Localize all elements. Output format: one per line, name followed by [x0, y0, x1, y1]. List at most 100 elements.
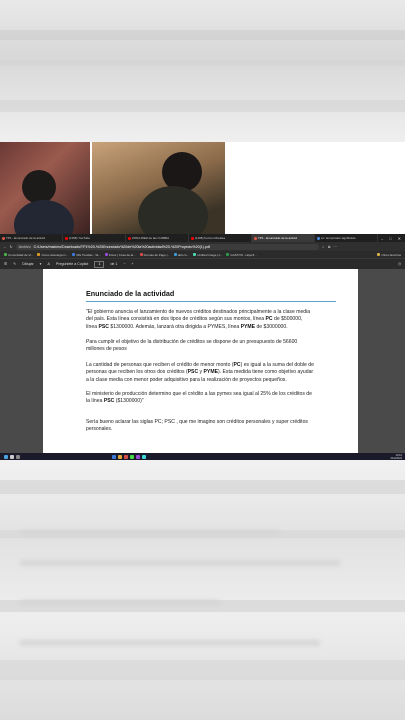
save-icon[interactable]: ⎙ — [398, 262, 405, 266]
bookmark-label: Comunidad de Vi... — [8, 252, 34, 257]
tab-favicon-icon — [254, 236, 257, 240]
bookmark-label: Curso descarga m... — [41, 252, 69, 257]
paragraph-text: La cantidad de personas que reciben el c… — [86, 362, 234, 368]
read-aloud-icon[interactable]: A — [47, 262, 49, 266]
address-bar: ← ↻ Archivo C:/Users/maximo/Downloads/TP… — [0, 242, 405, 251]
bookmark-favicon-icon — [104, 253, 108, 256]
paragraph-text: ($1300000)" — [114, 398, 144, 405]
page-total: de 1 — [110, 262, 118, 266]
extensions-icon[interactable]: ⧉ — [328, 245, 331, 249]
tab-favicon-icon — [2, 236, 5, 240]
browser-tab[interactable]: TP1 - Enunciado de la activid — [0, 234, 63, 242]
bookmark-label: Fotos | Cosa de la... — [108, 252, 136, 257]
bookmark-label: Formas de Pago |... — [143, 252, 170, 257]
url-text: C:/Users/maximo/Downloads/TP1%20-%20Enun… — [33, 244, 210, 249]
document-title: Enunciado de la actividad — [86, 289, 175, 298]
minimize-icon[interactable]: – — [381, 236, 383, 241]
browser-tab-bar: TP1 - Enunciado de la activid (1198) YouT… — [0, 234, 405, 242]
search-icon[interactable] — [10, 454, 14, 459]
browser-tab[interactable]: TP1 - Enunciado de la activid — [252, 234, 315, 242]
bookmark-item[interactable]: Untitled image (1... — [193, 253, 222, 257]
bold-term: PYME — [240, 323, 256, 330]
menu-lines-icon[interactable]: ☰ — [4, 262, 7, 266]
bold-term: PC — [265, 316, 273, 323]
url-field[interactable]: Archivo C:/Users/maximo/Downloads/TP1%20… — [15, 243, 319, 250]
bookmark-item[interactable]: ablo G... — [173, 252, 190, 257]
bookmark-item[interactable]: Comunidad de Vi... — [4, 253, 33, 257]
zoom-out-icon[interactable]: − — [123, 262, 125, 266]
app-icon-1[interactable] — [124, 454, 128, 459]
page-current: 1 — [98, 262, 101, 266]
blurred-text-line — [20, 600, 220, 606]
bold-term: PC — [233, 362, 241, 368]
files-icon[interactable] — [118, 454, 122, 459]
start-icon[interactable] — [4, 454, 8, 459]
browser-tab[interactable]: ex: temporales significado — [315, 234, 378, 242]
back-icon[interactable]: ← — [3, 245, 7, 249]
copilot-button[interactable]: Pregúntele a Copilot — [56, 262, 89, 266]
refresh-icon[interactable]: ↻ — [10, 245, 13, 249]
blurred-text-line — [20, 560, 340, 566]
tab-label: ex: temporales significado — [321, 236, 356, 240]
bookmark-item[interactable]: Formas de Pago |... — [139, 252, 170, 257]
pdf-toolbar: ☰ ✎ Dibujar ▾ A Pregúntele a Copilot 1 d… — [0, 259, 405, 269]
bookmark-favicon-icon — [4, 253, 7, 256]
title-underline — [86, 301, 336, 302]
app-icon-2[interactable] — [130, 454, 134, 459]
bookmark-item[interactable]: GASTOS - Hoja 8... — [226, 253, 257, 257]
tab-label: TP1 - Enunciado de la activid — [258, 236, 298, 240]
document-paragraph: "El gobierno anuncia el lanzamiento de n… — [86, 309, 314, 331]
tab-label: ZONA DIEZ de las CUMBIA — [132, 236, 170, 240]
draw-icon[interactable]: ✎ — [13, 262, 16, 266]
url-prefix: Archivo — [18, 244, 31, 249]
bookmark-favicon-icon — [193, 253, 197, 256]
star-icon[interactable]: ☆ — [322, 245, 325, 249]
blurred-background-top — [0, 0, 405, 142]
document-paragraph: Para cumplir el objetivo de la distribuc… — [86, 339, 314, 354]
browser-tab[interactable]: (1198) YouTube — [63, 234, 126, 242]
browser-tab[interactable]: ZONA DIEZ de las CUMBIA — [126, 234, 189, 242]
maximize-icon[interactable]: □ — [389, 236, 391, 241]
bold-term: PSC — [103, 398, 115, 405]
bookmark-favicon-icon — [173, 253, 177, 256]
tab-label: (1198) Ferzon Morales — [195, 236, 226, 240]
tab-favicon-icon — [65, 236, 68, 240]
tab-favicon-icon — [128, 236, 131, 240]
document-paragraph: La cantidad de personas que reciben el c… — [86, 362, 314, 384]
taskbar: 10:12 21/4/2024 — [0, 453, 405, 460]
menu-icon[interactable]: ⋯ — [333, 245, 337, 249]
bookmark-item[interactable]: Otros favoritos — [377, 253, 405, 257]
highlight-icon[interactable]: ▾ — [40, 262, 42, 266]
paragraph-text: Sería bueno aclarar las siglas PC; PSC ,… — [86, 419, 308, 433]
pdf-viewer: Enunciado de la actividad "El gobierno a… — [0, 269, 405, 453]
app-icon-3[interactable] — [136, 454, 140, 459]
video-tile-participant-1 — [0, 142, 90, 234]
draw-button[interactable]: Dibujar — [22, 262, 33, 266]
page-number-box[interactable]: 1 — [94, 260, 105, 268]
bookmark-label: Otros favoritos — [381, 252, 401, 257]
blurred-text-line — [20, 640, 320, 646]
blurred-text-line — [20, 530, 280, 536]
zoom-in-icon[interactable]: + — [132, 262, 134, 266]
edge-icon[interactable] — [112, 454, 116, 459]
bookmark-item[interactable]: Curso descarga m... — [37, 253, 68, 257]
bold-term: PSC — [98, 323, 109, 330]
bold-term: PYME — [203, 369, 218, 376]
paragraph-text: $1300000. Además, lanzará otra dirigida … — [108, 323, 241, 330]
browser-tab[interactable]: (1198) Ferzon Morales — [189, 234, 252, 242]
task-view-icon[interactable] — [16, 454, 20, 459]
bookmark-label: Untitled image (1... — [197, 252, 223, 257]
video-tile-participant-2 — [92, 142, 225, 234]
bookmark-label: ablo G... — [177, 252, 190, 257]
shared-screen: TP1 - Enunciado de la activid (1198) YouT… — [0, 234, 405, 460]
bookmark-favicon-icon — [226, 253, 230, 256]
bookmark-item[interactable]: Fotos | Cosa de la... — [104, 252, 136, 257]
close-icon[interactable]: ✕ — [398, 236, 401, 241]
app-icon-4[interactable] — [142, 454, 146, 459]
bookmark-favicon-icon — [37, 253, 41, 256]
tab-label: (1198) YouTube — [69, 236, 91, 240]
bookmark-item[interactable]: Mis Tiendas - Ta... — [72, 252, 101, 257]
bookmark-label: Mis Tiendas - Ta... — [76, 252, 101, 257]
tab-favicon-icon — [191, 236, 194, 240]
blurred-background-bottom — [0, 460, 405, 720]
